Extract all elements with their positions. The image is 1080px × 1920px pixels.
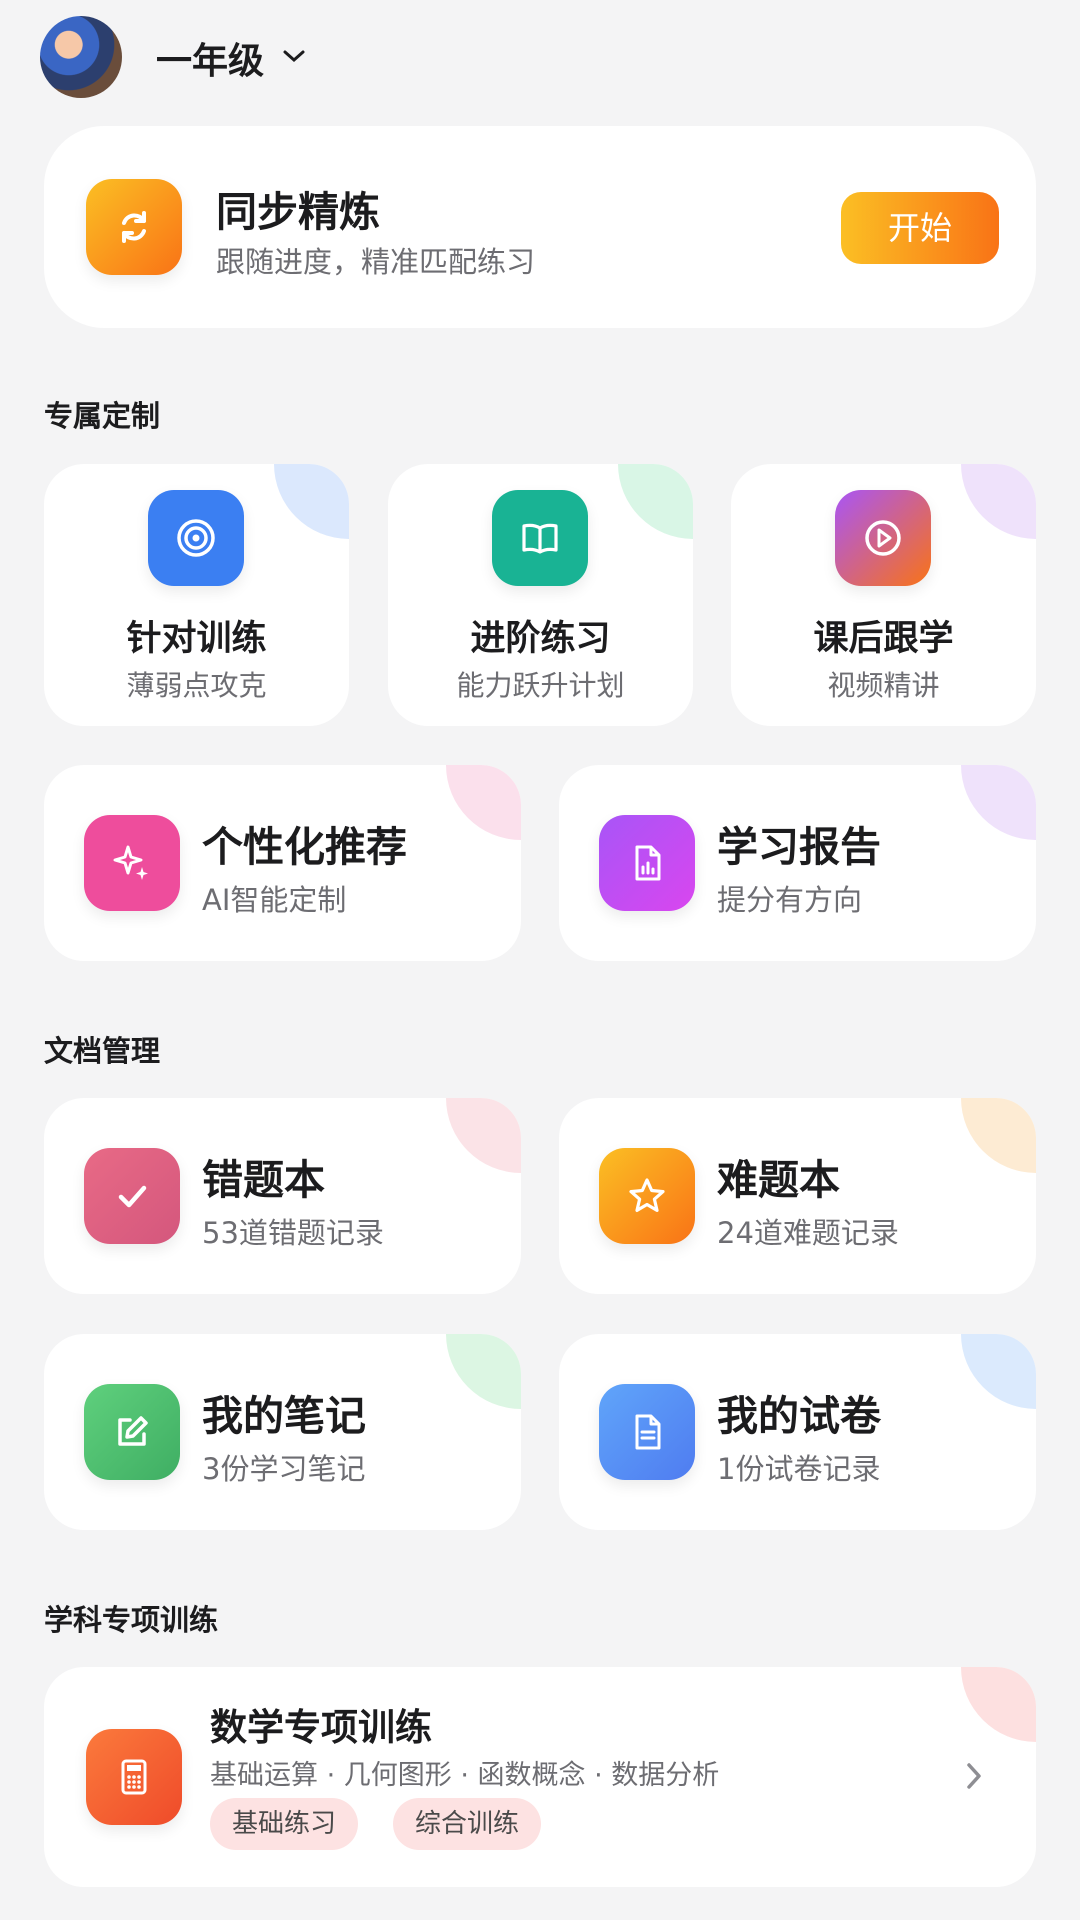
- card-subtitle: 3份学习笔记: [202, 1452, 366, 1486]
- document-icon: [599, 1384, 695, 1480]
- edit-icon: [84, 1384, 180, 1480]
- wide-card-recommend[interactable]: 个性化推荐 AI智能定制: [44, 765, 521, 961]
- chevron-right-icon: [964, 1761, 984, 1795]
- card-subtitle: 53道错题记录: [202, 1216, 384, 1250]
- start-button[interactable]: 开始: [841, 192, 999, 264]
- card-title: 错题本: [202, 1156, 325, 1204]
- subject-title: 数学专项训练: [210, 1706, 432, 1749]
- custom-card-after-class[interactable]: 课后跟学 视频精讲: [731, 464, 1036, 726]
- sync-title: 同步精炼: [216, 188, 380, 236]
- chevron-down-icon: [282, 48, 306, 68]
- math-training-card[interactable]: 数学专项训练 基础运算 · 几何图形 · 函数概念 · 数据分析 基础练习 综合…: [44, 1667, 1036, 1887]
- card-title: 学习报告: [717, 823, 881, 871]
- card-title: 针对训练: [126, 619, 267, 659]
- card-title: 我的笔记: [202, 1392, 366, 1440]
- subject-topics: 基础运算 · 几何图形 · 函数概念 · 数据分析: [210, 1760, 720, 1791]
- doc-card-notes[interactable]: 我的笔记 3份学习笔记: [44, 1334, 521, 1530]
- card-subtitle: 24道难题记录: [717, 1216, 899, 1250]
- section-docs: 文档管理: [44, 1034, 161, 1068]
- sync-practice-card[interactable]: 同步精炼 跟随进度，精准匹配练习 开始: [44, 126, 1036, 328]
- tag-comprehensive[interactable]: 综合训练: [393, 1798, 542, 1850]
- card-title: 我的试卷: [717, 1392, 881, 1440]
- avatar[interactable]: [40, 16, 122, 98]
- card-subtitle: 视频精讲: [827, 669, 940, 702]
- wide-card-report[interactable]: 学习报告 提分有方向: [559, 765, 1036, 961]
- target-icon: [148, 490, 244, 586]
- section-custom: 专属定制: [44, 399, 161, 433]
- custom-card-advanced[interactable]: 进阶练习 能力跃升计划: [388, 464, 693, 726]
- doc-card-mistakes[interactable]: 错题本 53道错题记录: [44, 1098, 521, 1294]
- grade-label: 一年级: [156, 41, 265, 82]
- star-icon: [599, 1148, 695, 1244]
- sync-subtitle: 跟随进度，精准匹配练习: [216, 245, 536, 279]
- card-title: 个性化推荐: [202, 823, 407, 871]
- card-title: 难题本: [717, 1156, 840, 1204]
- card-title: 课后跟学: [813, 619, 954, 659]
- card-subtitle: 能力跃升计划: [456, 669, 625, 702]
- calculator-icon: [86, 1729, 182, 1825]
- doc-card-hard[interactable]: 难题本 24道难题记录: [559, 1098, 1036, 1294]
- doc-card-papers[interactable]: 我的试卷 1份试卷记录: [559, 1334, 1036, 1530]
- tag-basic[interactable]: 基础练习: [210, 1798, 359, 1850]
- card-title: 进阶练习: [470, 619, 611, 659]
- card-subtitle: 提分有方向: [717, 883, 863, 917]
- card-subtitle: 1份试卷记录: [717, 1452, 881, 1486]
- grade-selector[interactable]: 一年级: [156, 34, 306, 82]
- sparkle-icon: [84, 815, 180, 911]
- card-subtitle: 薄弱点攻克: [126, 669, 267, 702]
- custom-card-targeted[interactable]: 针对训练 薄弱点攻克: [44, 464, 349, 726]
- card-subtitle: AI智能定制: [202, 883, 347, 917]
- report-icon: [599, 815, 695, 911]
- section-subject: 学科专项训练: [44, 1603, 219, 1637]
- book-icon: [492, 490, 588, 586]
- check-icon: [84, 1148, 180, 1244]
- play-icon: [835, 490, 931, 586]
- refresh-icon: [86, 179, 182, 275]
